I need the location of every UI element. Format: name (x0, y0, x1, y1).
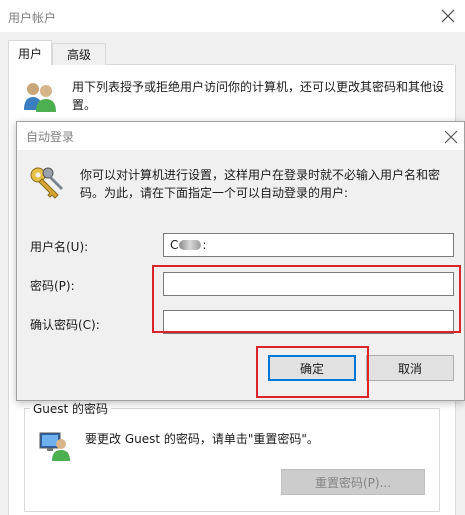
cancel-button[interactable]: 取消 (366, 355, 454, 381)
password-fields-highlight (152, 265, 461, 333)
ok-button-highlight (256, 346, 369, 398)
tab-users[interactable]: 用户 (8, 40, 52, 65)
username-redacted (179, 240, 202, 250)
guest-instruction: 要更改 Guest 的密码，请单击"重置密码"。 (85, 432, 319, 446)
cancel-label: 取消 (397, 361, 422, 376)
tab-advanced-label: 高级 (66, 48, 91, 62)
reset-password-button[interactable]: 重置密码(P)... (281, 469, 425, 495)
dialog-titlebar (17, 122, 464, 150)
username-value-start: C (170, 238, 179, 252)
dialog-title: 自动登录 (26, 130, 75, 144)
tab-advanced[interactable]: 高级 (52, 43, 106, 65)
confirm-password-label: 确认密码(C): (30, 318, 100, 332)
username-field[interactable]: C : (163, 233, 454, 257)
password-label: 密码(P): (30, 279, 75, 293)
close-icon (444, 130, 458, 144)
dialog-description: 你可以对计算机进行设置，这样用户在登录时就不必输入用户名和密码。为此，请在下面指… (80, 168, 441, 200)
reset-password-label: 重置密码(P)... (314, 475, 392, 490)
close-icon (441, 9, 455, 23)
dialog-close-button[interactable] (440, 126, 462, 148)
guest-password-group (24, 408, 440, 512)
keys-icon (30, 167, 63, 199)
tab-users-label: 用户 (17, 46, 42, 61)
window-description: 用下列表授予或拒绝用户访问你的计算机，还可以更改其密码和其他设置。 (72, 80, 445, 112)
guest-group-title: Guest 的密码 (30, 400, 112, 417)
window-title: 用户帐户 (8, 11, 57, 25)
users-icon (24, 83, 56, 112)
window-close-button[interactable] (436, 4, 460, 28)
username-label: 用户名(U): (30, 240, 89, 254)
window-titlebar (0, 0, 465, 32)
username-value-end: : (202, 238, 207, 252)
user-monitor-icon (39, 432, 70, 461)
